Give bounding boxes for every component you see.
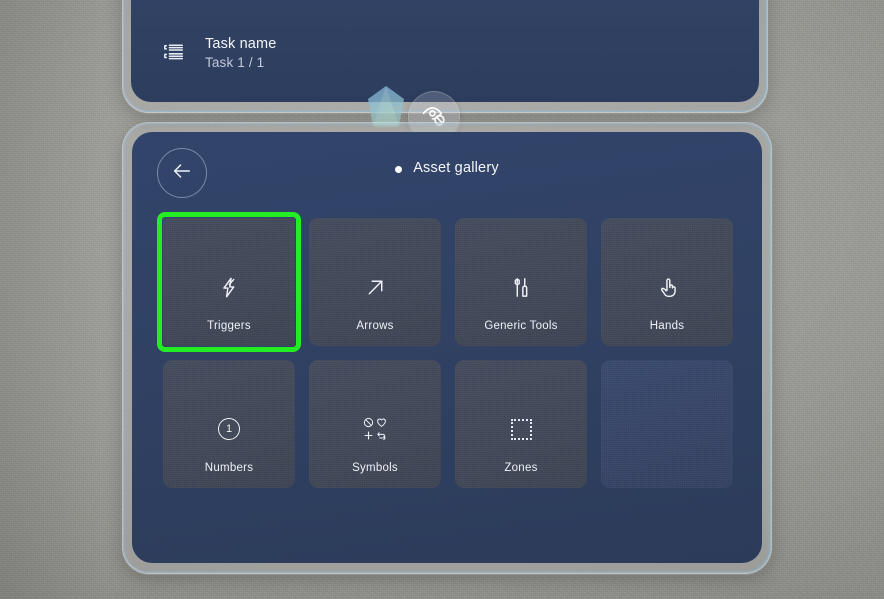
symbols-grid-icon xyxy=(309,414,441,444)
symbols-grid xyxy=(363,417,387,441)
asset-gallery-bezel: Asset gallery Triggers Arrows Generic To… xyxy=(123,123,771,573)
tile-empty-placeholder xyxy=(601,360,733,488)
tile-generic-tools[interactable]: Generic Tools xyxy=(455,218,587,346)
title-dot-icon xyxy=(395,166,403,173)
dotted-square-icon xyxy=(455,414,587,444)
tile-label: Numbers xyxy=(204,462,254,474)
task-card-text: Task name Task 1 / 1 xyxy=(205,36,276,70)
arrow-up-right-icon xyxy=(309,272,441,302)
task-card-progress: Task 1 / 1 xyxy=(205,55,265,70)
dotted-square-shape xyxy=(510,418,532,440)
mixed-reality-scene: Task name Task 1 / 1 Asset gallery Trigg… xyxy=(0,0,884,599)
tile-label: Hands xyxy=(649,320,685,332)
tile-label: Generic Tools xyxy=(484,320,558,332)
tile-numbers[interactable]: 1 Numbers xyxy=(163,360,295,488)
prohibition-icon xyxy=(363,417,374,428)
asset-gallery-panel: Asset gallery Triggers Arrows Generic To… xyxy=(132,132,762,563)
tile-zones[interactable]: Zones xyxy=(455,360,587,488)
tools-icon xyxy=(455,272,587,302)
asset-gallery-header: Asset gallery xyxy=(132,132,762,212)
circled-one-icon: 1 xyxy=(163,414,295,444)
pointing-hand-icon xyxy=(601,272,733,302)
asset-category-grid: Triggers Arrows Generic Tools Hands 1 Nu… xyxy=(157,212,733,488)
task-list-icon xyxy=(163,41,185,65)
tile-label: Zones xyxy=(504,462,538,474)
task-card-title: Task name xyxy=(205,36,277,52)
tile-label: Triggers xyxy=(207,320,251,332)
tile-arrows[interactable]: Arrows xyxy=(309,218,441,346)
circled-one-glyph: 1 xyxy=(218,418,240,440)
tile-label: Symbols xyxy=(352,462,398,474)
recycle-refresh-icon xyxy=(377,432,386,441)
task-card-row[interactable]: Task name Task 1 / 1 xyxy=(163,36,276,70)
tile-label: Arrows xyxy=(356,320,394,332)
asset-gallery-title-wrap: Asset gallery xyxy=(132,160,762,176)
tile-symbols[interactable]: Symbols xyxy=(309,360,441,488)
plus-icon xyxy=(364,431,373,440)
tile-hands[interactable]: Hands xyxy=(601,218,733,346)
tile-triggers[interactable]: Triggers xyxy=(157,212,301,352)
heart-icon xyxy=(377,418,386,427)
page-title: Asset gallery xyxy=(413,160,499,176)
lightning-bolt-icon xyxy=(163,272,295,302)
task-card-panel[interactable]: Task name Task 1 / 1 xyxy=(131,0,759,102)
